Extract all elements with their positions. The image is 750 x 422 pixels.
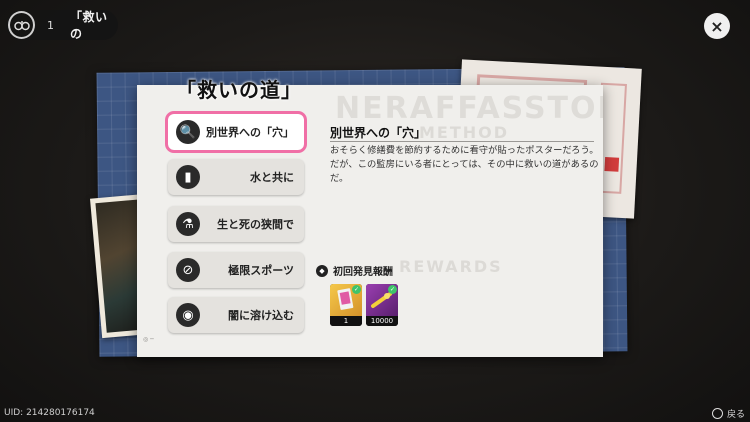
reward-item[interactable]: 1 ✓ — [330, 284, 362, 326]
divider — [330, 141, 594, 142]
rewards-title: 初回発見報酬 — [333, 267, 393, 278]
reward-quantity: 1 — [330, 316, 362, 326]
top-pill: 1 「救いの — [6, 10, 118, 41]
user-id: UID: 214280176174 — [4, 408, 95, 418]
menu-item-label: 生と死の狭間で — [217, 218, 294, 231]
reward-quantity: 10000 — [366, 316, 398, 326]
menu-item-extreme-sports[interactable]: ⊘ 極限スポーツ — [168, 252, 304, 288]
back-label: 戻る — [727, 410, 746, 420]
page-title: 「救いの道」 — [176, 78, 302, 102]
detail-description: おそらく修繕費を節約するために看守が貼ったポスターだろう。だが、この監房にいる者… — [330, 145, 599, 184]
watermark-method: METHOD — [419, 123, 510, 142]
watermark-title: NERAFFASSTOE — [335, 91, 603, 126]
watermark-rewards: REWARDS — [399, 257, 503, 276]
reward-item[interactable]: 10000 ✓ — [366, 284, 398, 326]
menu-item-label: 別世界への「穴」 — [206, 126, 294, 139]
menu-item-hole[interactable]: 🔍 別世界への「穴」 — [165, 111, 307, 153]
check-icon: ✓ — [388, 285, 397, 294]
item-count: 1 — [47, 18, 55, 32]
rewards-heading: ◆ 初回発見報酬 — [316, 263, 393, 278]
menu-item-water[interactable]: ▮ 水と共に — [168, 159, 304, 195]
reward-badge-icon: ◆ — [316, 264, 328, 277]
handcuffs-icon — [8, 11, 36, 39]
top-title: 「救いの — [70, 10, 108, 41]
menu-item-life-death[interactable]: ⚗ 生と死の狭間で — [168, 206, 304, 242]
menu-item-label: 極限スポーツ — [228, 264, 294, 277]
circle-button-icon — [712, 408, 723, 419]
detail-title: 別世界への「穴」 — [330, 126, 427, 140]
back-button[interactable]: 戻る — [712, 407, 745, 420]
check-icon: ✓ — [352, 285, 361, 294]
bottle-icon: ▮ — [176, 165, 200, 189]
card-footer-logo: ◎ ─ — [143, 336, 154, 343]
close-button[interactable]: × — [704, 13, 730, 39]
mask-icon: ◉ — [176, 303, 200, 327]
menu-item-darkness[interactable]: ◉ 闇に溶け込む — [168, 297, 304, 333]
menu-item-label: 水と共に — [250, 171, 294, 184]
flask-icon: ⚗ — [176, 212, 200, 236]
no-sign-icon: ⊘ — [176, 258, 200, 282]
magnifier-icon: 🔍 — [176, 120, 200, 144]
menu-item-label: 闇に溶け込む — [228, 309, 294, 322]
